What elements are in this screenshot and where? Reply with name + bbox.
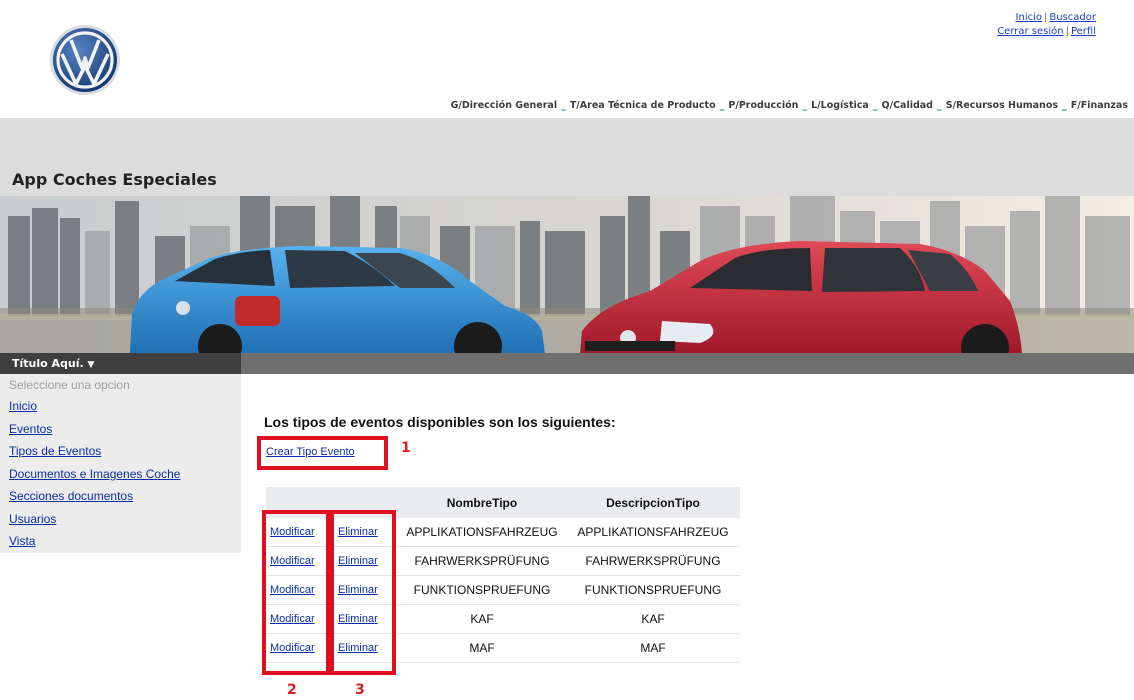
descripcion-cell: FAHRWERKSPRÜFUNG — [566, 546, 740, 576]
annotation-box-create — [257, 436, 388, 470]
banner-image — [0, 196, 1134, 354]
sidebar-title[interactable]: Título Aquí. ▼ — [0, 353, 241, 374]
link-separator: | — [1065, 26, 1069, 37]
annotation-number-3: 3 — [355, 682, 365, 698]
annotation-box-modify — [262, 510, 330, 675]
page-heading: Los tipos de eventos disponibles son los… — [264, 414, 616, 430]
nav-separator: _ — [1062, 100, 1067, 111]
link-separator: | — [1044, 12, 1048, 23]
nav-recursos-humanos[interactable]: S/Recursos Humanos — [946, 100, 1058, 111]
sidebar-item-eventos[interactable]: Eventos — [0, 418, 241, 441]
nav-logistica[interactable]: L/Logística — [811, 100, 869, 111]
column-header-nombre: NombreTipo — [398, 487, 566, 518]
vw-logo-icon[interactable] — [49, 24, 121, 96]
logout-link[interactable]: Cerrar sesión — [997, 26, 1063, 37]
sidebar-hint: Seleccione una opcion — [9, 378, 130, 392]
annotation-number-2: 2 — [287, 682, 297, 698]
sidebar-item-usuarios[interactable]: Usuarios — [0, 508, 241, 531]
profile-link[interactable]: Perfil — [1071, 26, 1096, 37]
nombre-cell: FAHRWERKSPRÜFUNG — [398, 546, 566, 576]
buscador-link[interactable]: Buscador — [1049, 12, 1096, 23]
department-nav: G/Dirección General _ T/Area Técnica de Pr… — [451, 100, 1128, 111]
descripcion-cell: MAF — [566, 633, 740, 663]
nav-separator: _ — [719, 100, 725, 111]
nav-produccion[interactable]: P/Producción — [728, 100, 798, 111]
header-links: Inicio | Buscador Cerrar sesión | Perfil — [997, 11, 1096, 39]
sidebar-item-tipos-eventos[interactable]: Tipos de Eventos — [0, 440, 241, 463]
nav-separator: _ — [561, 100, 566, 111]
nav-direccion-general[interactable]: G/Dirección General — [451, 100, 557, 111]
annotation-box-delete — [330, 510, 396, 675]
nav-calidad[interactable]: Q/Calidad — [882, 100, 933, 111]
nav-separator: _ — [936, 100, 942, 111]
annotation-number-1: 1 — [401, 440, 411, 456]
descripcion-cell: KAF — [566, 604, 740, 634]
sidebar: Título Aquí. ▼ Seleccione una opcion Ini… — [0, 353, 241, 553]
sidebar-item-documentos[interactable]: Documentos e Imagenes Coche — [0, 463, 241, 486]
nombre-cell: MAF — [398, 633, 566, 663]
sidebar-title-label: Título Aquí. — [12, 357, 84, 370]
caret-down-icon: ▼ — [87, 360, 95, 370]
descripcion-cell: FUNKTIONSPRUEFUNG — [566, 575, 740, 605]
column-header-descripcion: DescripcionTipo — [566, 487, 740, 518]
nombre-cell: FUNKTIONSPRUEFUNG — [398, 575, 566, 605]
nav-separator: _ — [872, 100, 878, 111]
nombre-cell: APPLIKATIONSFAHRZEUG — [398, 518, 566, 547]
nav-finanzas[interactable]: F/Finanzas — [1071, 100, 1128, 111]
descripcion-cell: APPLIKATIONSFAHRZEUG — [566, 518, 740, 547]
app-title: App Coches Especiales — [12, 170, 217, 189]
sidebar-item-inicio[interactable]: Inicio — [0, 395, 241, 418]
nombre-cell: KAF — [398, 604, 566, 634]
inicio-link[interactable]: Inicio — [1016, 12, 1042, 23]
sidebar-item-vista[interactable]: Vista — [0, 530, 241, 553]
nav-area-tecnica[interactable]: T/Area Técnica de Producto — [570, 100, 716, 111]
sidebar-item-secciones[interactable]: Secciones documentos — [0, 485, 241, 508]
nav-separator: _ — [802, 100, 808, 111]
